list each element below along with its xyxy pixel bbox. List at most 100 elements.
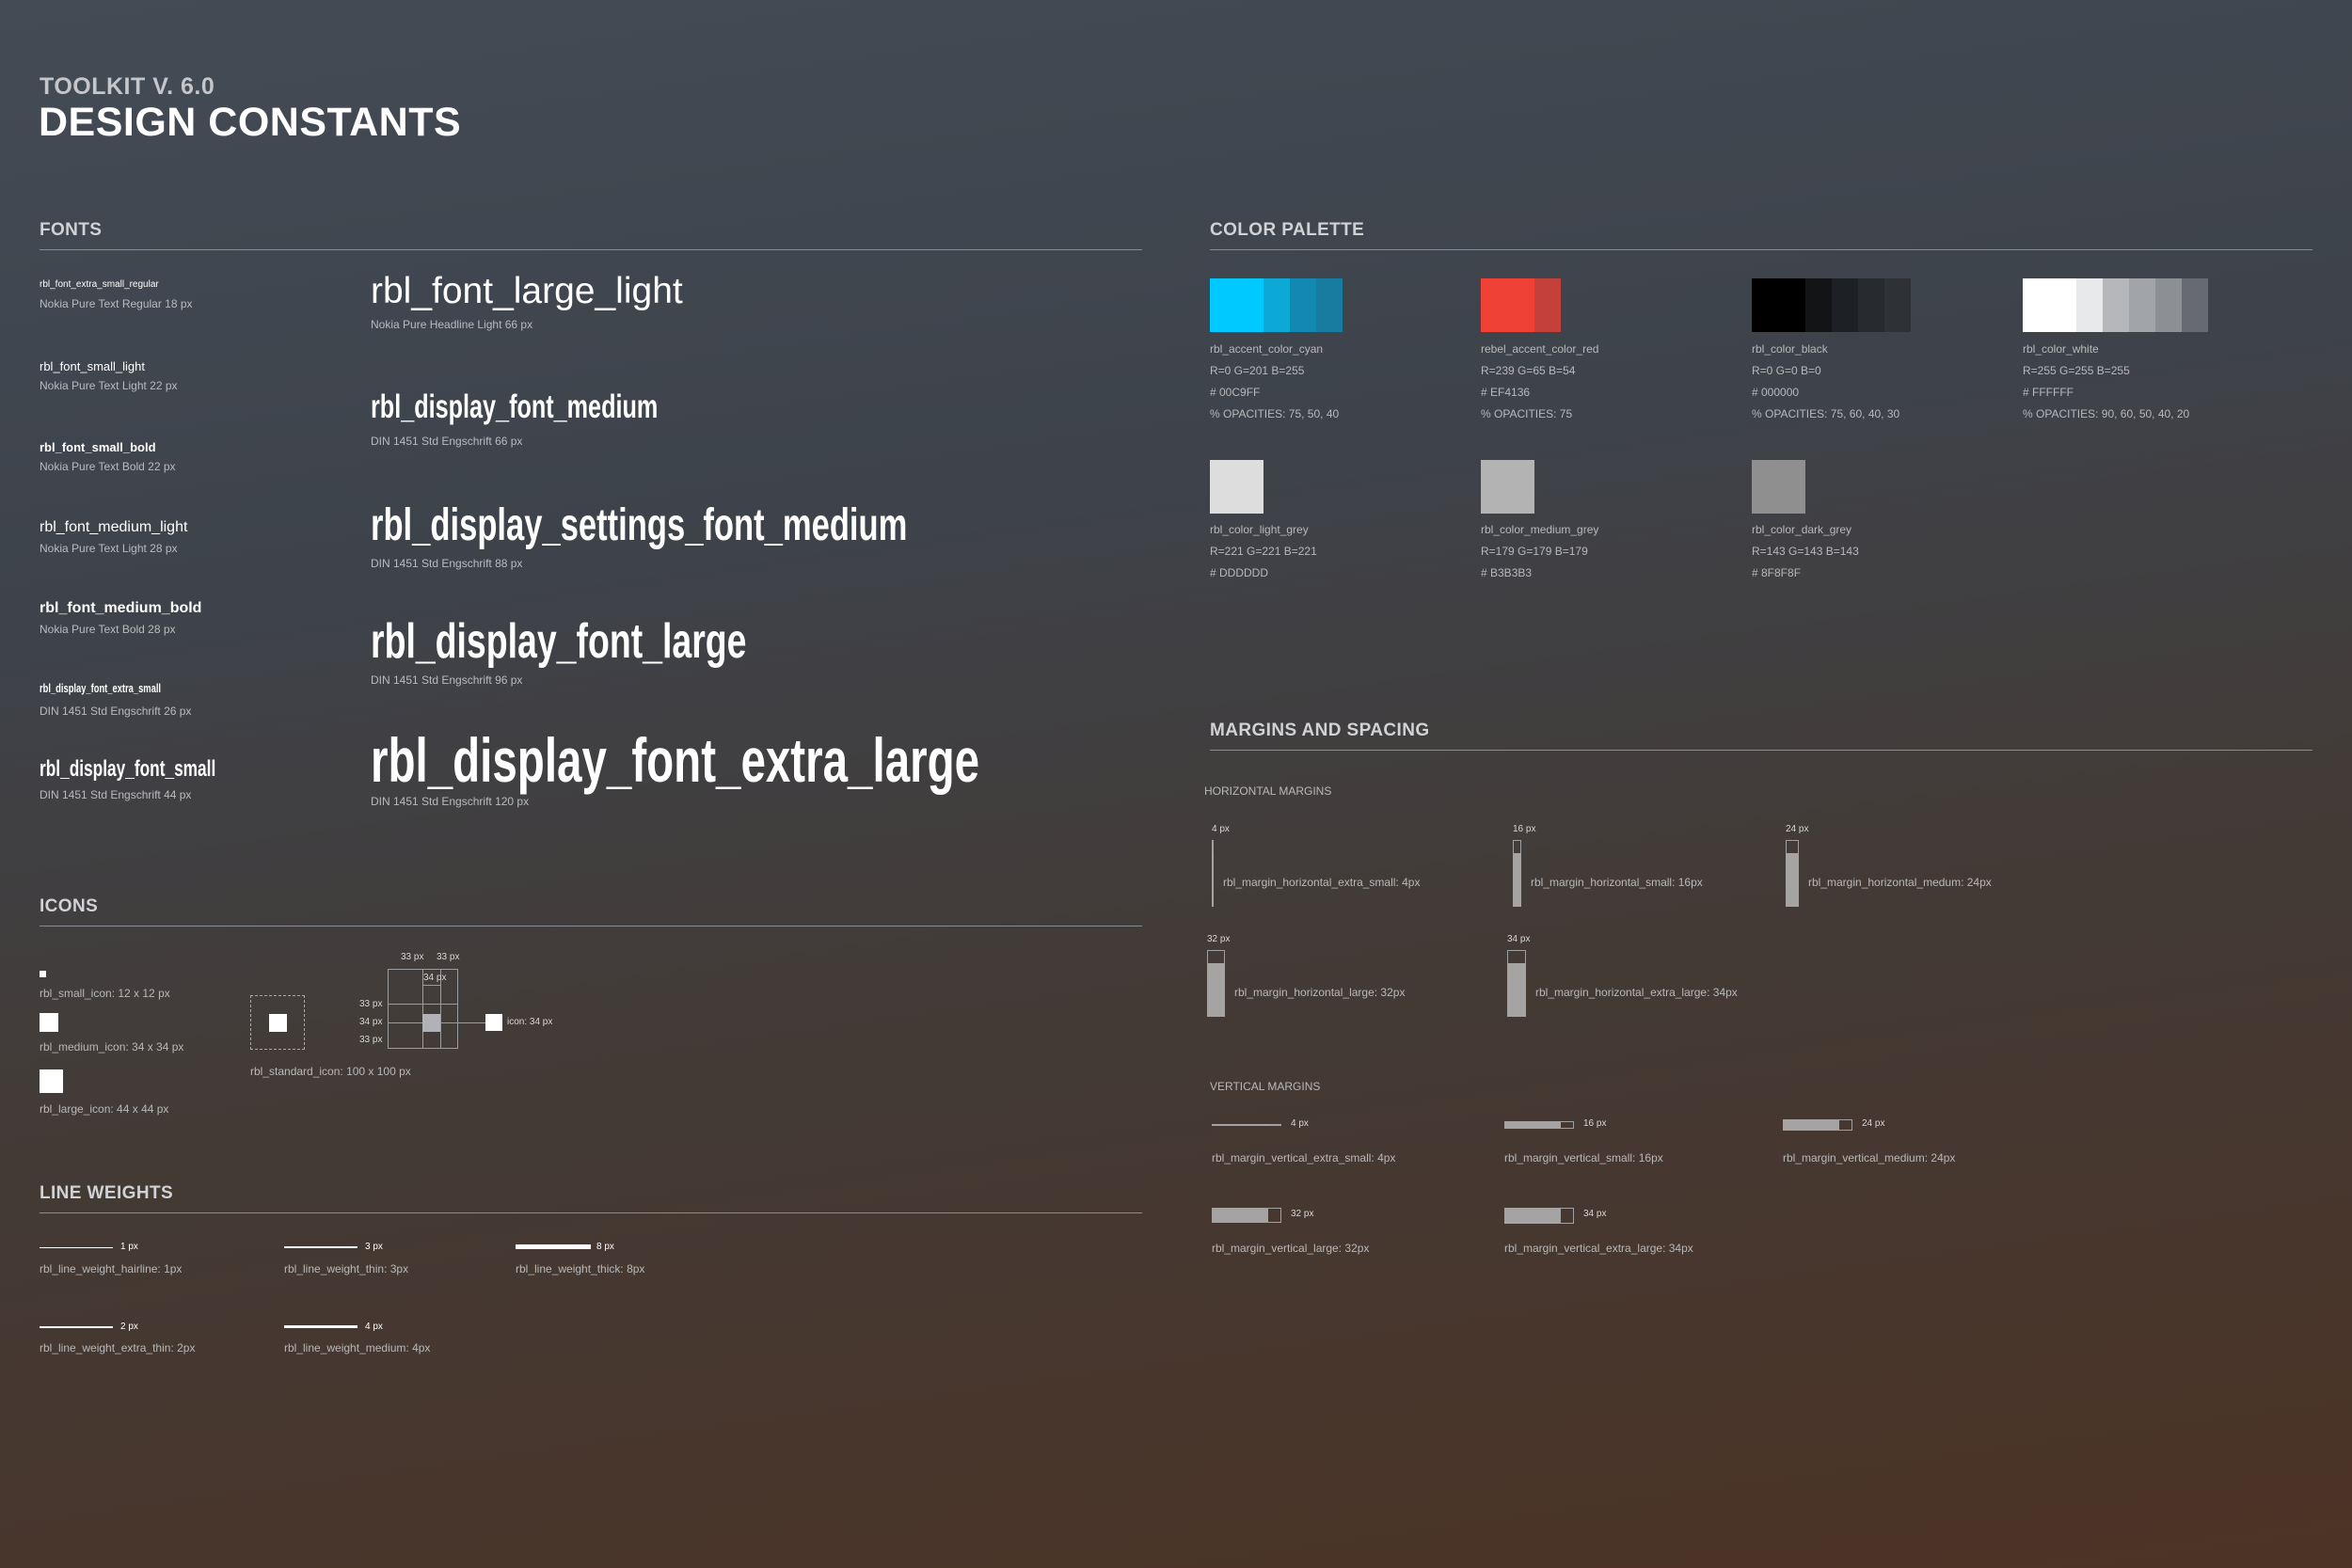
color-hex: # 8F8F8F [1752, 566, 1802, 579]
icon-caption: rbl_medium_icon: 34 x 34 px [40, 1040, 184, 1053]
margins-subtitle: VERTICAL MARGINS [1210, 1080, 1321, 1093]
section-title-margins: MARGINS AND SPACING [1210, 721, 1430, 740]
color-swatch [1884, 278, 1911, 332]
color-rgb: R=255 G=255 B=255 [2023, 364, 2130, 377]
margin-caption: rbl_margin_horizontal_small: 16px [1531, 876, 1703, 889]
color-opacities: % OPACITIES: 75 [1481, 407, 1573, 420]
color-rgb: R=0 G=0 B=0 [1752, 364, 1821, 377]
color-opacities: % OPACITIES: 75, 60, 40, 30 [1752, 407, 1900, 420]
font-sample-desc: DIN 1451 Std Engschrift 120 px [371, 795, 530, 808]
margin-bracket [1513, 840, 1521, 853]
color-swatch [1752, 460, 1805, 514]
section-title-line-weights: LINE WEIGHTS [40, 1183, 174, 1203]
color-name: rebel_accent_color_red [1481, 342, 1599, 356]
icon-caption: rbl_small_icon: 12 x 12 px [40, 987, 170, 1000]
margin-bar [1212, 1208, 1268, 1223]
line-sample-extra-thin [40, 1326, 113, 1328]
color-name: rbl_accent_color_cyan [1210, 342, 1324, 356]
margin-bar [1212, 853, 1214, 907]
color-hex: # B3B3B3 [1481, 566, 1533, 579]
section-divider [40, 926, 1142, 927]
line-sample-hairline [40, 1247, 113, 1248]
margin-size-label: 16 px [1583, 1118, 1607, 1129]
margin-size-label: 24 px [1786, 824, 1809, 834]
standard-icon-frame [250, 995, 305, 1050]
large-icon-sample [40, 1069, 63, 1093]
color-name: rbl_color_dark_grey [1752, 523, 1852, 536]
color-swatch [1858, 278, 1884, 332]
line-size: 3 px [365, 1242, 383, 1252]
color-swatch [1316, 278, 1343, 332]
font-sample-name: rbl_display_settings_font_medium [371, 500, 908, 550]
line-sample-thick [516, 1244, 591, 1249]
section-divider [40, 249, 1142, 250]
font-sample-name: rbl_display_font_medium [371, 388, 659, 425]
color-swatch [1832, 278, 1858, 332]
icon-placeholder [422, 1014, 440, 1032]
line-size: 4 px [365, 1322, 383, 1332]
line-caption: rbl_line_weight_hairline: 1px [40, 1262, 183, 1275]
color-swatch [2076, 278, 2103, 332]
swatch-dark-grey [1752, 460, 1805, 514]
dim-label: 34 px [423, 973, 447, 983]
line-caption: rbl_line_weight_thin: 3px [284, 1262, 409, 1275]
color-name: rbl_color_medium_grey [1481, 523, 1599, 536]
margin-bracket [1839, 1119, 1852, 1131]
margin-bracket [1561, 1207, 1574, 1224]
font-sample-name: rbl_font_small_light [40, 359, 146, 373]
small-icon-sample [40, 971, 46, 977]
line-size: 8 px [596, 1242, 614, 1252]
margin-bar [1504, 1121, 1561, 1129]
margin-bracket [1268, 1124, 1281, 1126]
swatch-row-red [1481, 278, 1561, 332]
swatch-row-white [2023, 278, 2208, 332]
color-name: rbl_color_black [1752, 342, 1828, 356]
color-hex: # FFFFFF [2023, 386, 2074, 399]
color-rgb: R=143 G=143 B=143 [1752, 545, 1859, 558]
margin-size-label: 32 px [1291, 1209, 1314, 1219]
dim-label: 33 px [401, 952, 424, 962]
section-title-fonts: FONTS [40, 220, 103, 240]
font-sample-desc: DIN 1451 Std Engschrift 88 px [371, 557, 523, 570]
line-size: 1 px [120, 1242, 138, 1252]
color-rgb: R=0 G=201 B=255 [1210, 364, 1305, 377]
font-sample-desc: Nokia Pure Text Bold 22 px [40, 460, 176, 473]
font-sample-name: rbl_font_large_light [371, 271, 683, 311]
margin-bar [1212, 1124, 1268, 1126]
line-caption: rbl_line_weight_medium: 4px [284, 1341, 431, 1354]
font-sample-desc: Nokia Pure Headline Light 66 px [371, 318, 533, 331]
color-opacities: % OPACITIES: 90, 60, 50, 40, 20 [2023, 407, 2190, 420]
color-hex: # EF4136 [1481, 386, 1531, 399]
color-rgb: R=179 G=179 B=179 [1481, 545, 1588, 558]
margin-bracket [1212, 840, 1214, 853]
margin-size-label: 34 px [1583, 1209, 1607, 1219]
margin-bracket [1268, 1208, 1281, 1223]
margin-bracket [1507, 950, 1526, 963]
icon-sample [485, 1014, 502, 1031]
margin-size-label: 4 px [1212, 824, 1230, 834]
margin-bracket [1786, 840, 1799, 853]
font-sample-desc: DIN 1451 Std Engschrift 44 px [40, 788, 192, 801]
margin-bracket [1207, 950, 1225, 963]
color-swatch [2182, 278, 2208, 332]
header-subtitle: TOOLKIT V. 6.0 [40, 73, 215, 100]
grid-line [422, 985, 440, 986]
color-swatch [2023, 278, 2076, 332]
swatch-medium-grey [1481, 460, 1534, 514]
margin-bar [1507, 963, 1526, 1017]
dim-label: 33 px [359, 1035, 383, 1045]
color-hex: # 000000 [1752, 386, 1800, 399]
section-divider [1210, 750, 2312, 751]
section-divider [40, 1212, 1142, 1213]
color-hex: # 00C9FF [1210, 386, 1261, 399]
margin-caption: rbl_margin_vertical_medium: 24px [1783, 1151, 1956, 1164]
color-swatch [1290, 278, 1316, 332]
medium-icon-sample [40, 1013, 58, 1032]
section-divider [1210, 249, 2312, 250]
swatch-row-cyan [1210, 278, 1343, 332]
grid-line [388, 1004, 458, 1005]
margin-size-label: 16 px [1513, 824, 1536, 834]
color-swatch [2129, 278, 2155, 332]
margins-subtitle: HORIZONTAL MARGINS [1204, 784, 1332, 798]
font-sample-name: rbl_display_font_large [371, 614, 747, 669]
